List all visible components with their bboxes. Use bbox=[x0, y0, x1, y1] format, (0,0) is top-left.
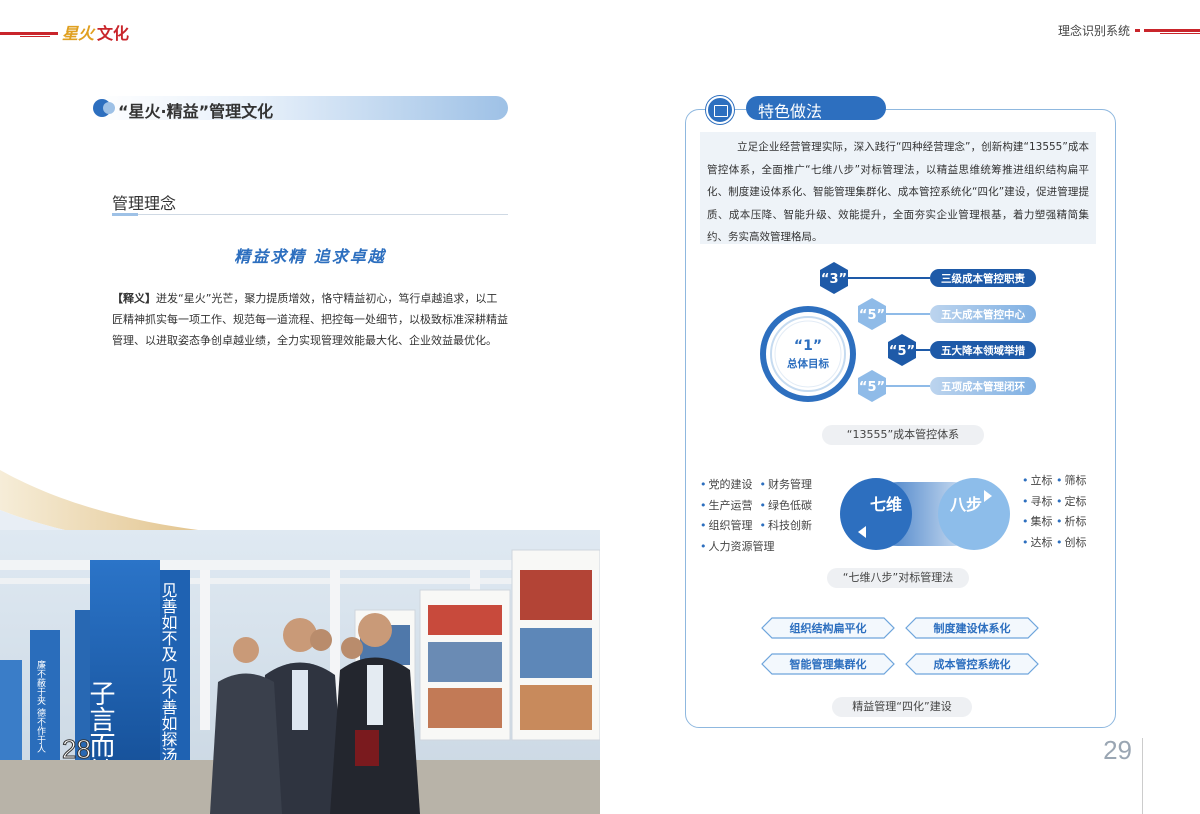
pillar-slogan-2: 见善如不及 见不善如探汤 bbox=[159, 582, 178, 764]
dimension-row: • 生产运营 • 绿色低碳 bbox=[700, 498, 812, 512]
item-1-number: “3” bbox=[821, 272, 847, 287]
logo-signature: 星火 bbox=[62, 24, 95, 43]
modernization-3: 智能管理集群化 bbox=[790, 657, 867, 671]
eight-steps-label: 八步 bbox=[949, 495, 982, 514]
modernization-2: 制度建设体系化 bbox=[934, 621, 1011, 635]
definition-label: 【释义】 bbox=[112, 292, 156, 305]
step-row: • 达标 • 创标 bbox=[1022, 535, 1087, 549]
dimension-row: • 组织管理 • 科技创新 bbox=[700, 519, 812, 532]
diagram-13555: “1” 总体目标 “3” 三级成本管控职责 “5” 五大成本管控中心 “5” 五… bbox=[760, 262, 1036, 402]
intro-text: 立足企业经营管理实际，深入践行“四种经营理念”，创新构建“13555”成本管控体… bbox=[707, 136, 1089, 249]
step-row: • 立标 • 筛标 bbox=[1022, 474, 1087, 487]
subsection-accent bbox=[112, 213, 138, 216]
intro-text-content: 立足企业经营管理实际，深入践行“四种经营理念”，创新构建“13555”成本管控体… bbox=[707, 141, 1089, 243]
step-row: • 寻标 • 定标 bbox=[1022, 494, 1087, 508]
dimension-row: • 人力资源管理 bbox=[700, 539, 775, 553]
eight-steps-list: • 立标 • 筛标 • 寻标 • 定标 • 集标 • 析标 • 达标 • 创标 bbox=[1022, 471, 1087, 553]
item-2-number: “5” bbox=[859, 308, 885, 323]
dimension-row: • 党的建设 • 财务管理 bbox=[700, 478, 812, 491]
four-modernizations-diagram: 组织结构扁平化 制度建设体系化 智能管理集群化 成本管控系统化 bbox=[761, 617, 1039, 675]
subsection-divider bbox=[112, 214, 508, 215]
photo-visit-scene: 子言而敏于行 见善如不及 见不善如探汤 廉不蔽于夹 德不作于人 bbox=[0, 530, 600, 814]
motto: 精益求精 追求卓越 bbox=[234, 247, 386, 266]
right-page-number: 29 bbox=[1103, 735, 1132, 765]
step-row: • 集标 • 析标 bbox=[1022, 515, 1087, 528]
diagram-13555-caption: “13555”成本管控体系 bbox=[822, 425, 984, 445]
page-number-rule bbox=[1142, 738, 1143, 814]
seven-eight-caption: “七维八步”对标管理法 bbox=[827, 568, 969, 588]
brand-logo: 星火 文化 bbox=[62, 20, 129, 44]
pillar-slogan-3: 廉不蔽于夹 德不作于人 bbox=[35, 659, 46, 753]
item-4-number: “5” bbox=[859, 380, 885, 395]
definition-text: 迸发“星火”光芒，聚力提质增效，恪守精益初心，笃行卓越追求，以工匠精神抓实每一项… bbox=[112, 292, 508, 347]
seven-eight-diagram: 七维 八步 bbox=[840, 478, 1010, 550]
center-number: “1” bbox=[794, 338, 822, 354]
seven-dimensions-label: 七维 bbox=[870, 495, 902, 514]
header-rule-right-thin bbox=[1160, 33, 1200, 34]
logo-text: 文化 bbox=[97, 24, 130, 43]
modernization-1: 组织结构扁平化 bbox=[790, 621, 867, 635]
center-label: 总体目标 bbox=[787, 357, 829, 370]
left-page-number: 28 bbox=[62, 734, 92, 765]
modernization-4: 成本管控系统化 bbox=[934, 657, 1011, 671]
left-section-title: “星火·精益”管理文化 bbox=[118, 102, 274, 121]
four-modernizations-caption: 精益管理“四化”建设 bbox=[832, 697, 972, 717]
item-3-label: 五大降本领域举措 bbox=[941, 344, 1025, 357]
item-1-label: 三级成本管控职责 bbox=[941, 272, 1025, 285]
photo-illustration: 子言而敏于行 见善如不及 见不善如探汤 廉不蔽于夹 德不作于人 bbox=[0, 530, 600, 814]
title-bullet-icon bbox=[93, 99, 115, 117]
header-section-title: 理念识别系统 bbox=[1057, 24, 1130, 38]
item-3-number: “5” bbox=[889, 344, 915, 359]
item-4-label: 五项成本管理闭环 bbox=[941, 380, 1025, 393]
header-rule-right bbox=[1144, 29, 1200, 32]
header-rule-left-thin bbox=[20, 36, 50, 37]
definition-paragraph: 【释义】迸发“星火”光芒，聚力提质增效，恪守精益初心，笃行卓越追求，以工匠精神抓… bbox=[112, 288, 508, 351]
right-section-title: 特色做法 bbox=[758, 102, 823, 121]
header-rule-dot bbox=[1135, 29, 1140, 32]
item-2-label: 五大成本管控中心 bbox=[941, 308, 1025, 321]
seven-dimensions-list: • 党的建设 • 财务管理 • 生产运营 • 绿色低碳 • 组织管理 • 科技创新 • 人力资… bbox=[700, 475, 812, 557]
book-icon bbox=[706, 96, 734, 124]
header-rule-left bbox=[0, 32, 58, 35]
subsection-title: 管理理念 bbox=[112, 194, 177, 213]
